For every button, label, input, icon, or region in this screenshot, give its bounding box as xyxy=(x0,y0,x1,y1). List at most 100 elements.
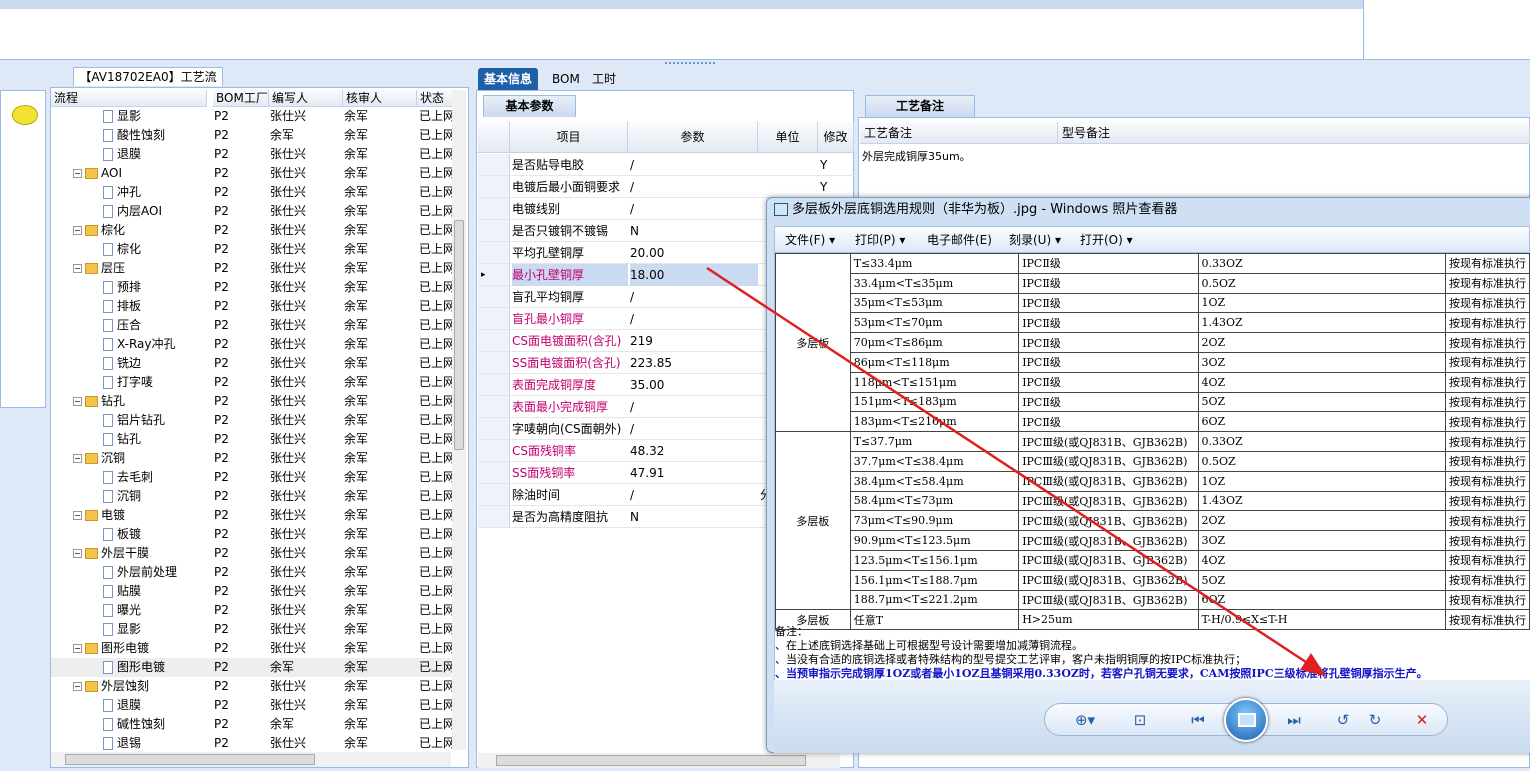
col-header-value[interactable]: 参数 xyxy=(628,122,758,153)
tab-process-notes[interactable]: 工艺备注 xyxy=(865,95,975,117)
tab-work-hours[interactable]: 工时 xyxy=(586,68,622,90)
tree-row[interactable]: − 电镀 P2 张仕兴 余军 已上网 xyxy=(51,506,452,525)
tree-node[interactable]: − 沉铜 xyxy=(73,449,125,468)
tree-node[interactable]: − AOI xyxy=(73,164,122,183)
param-value-input[interactable]: / xyxy=(630,418,758,440)
param-value-input[interactable]: / xyxy=(630,286,758,308)
param-value-input[interactable]: / xyxy=(630,176,758,198)
rotate-right-icon[interactable]: ↻ xyxy=(1364,710,1386,730)
tree-node[interactable]: 预排 xyxy=(103,278,141,297)
param-value-input[interactable]: N xyxy=(630,506,758,528)
col-header-process-note[interactable]: 工艺备注 xyxy=(860,122,1058,144)
tree-node[interactable]: 碱性蚀刻 xyxy=(103,715,165,734)
tree-row[interactable]: 打字唛 P2 张仕兴 余军 已上网 xyxy=(51,373,452,392)
tree-row[interactable]: X-Ray冲孔 P2 张仕兴 余军 已上网 xyxy=(51,335,452,354)
col-header-model-note[interactable]: 型号备注 xyxy=(1058,122,1530,144)
tree-row[interactable]: − 外层蚀刻 P2 张仕兴 余军 已上网 xyxy=(51,677,452,696)
col-header-author[interactable]: 编写人 xyxy=(269,90,343,107)
param-value-input[interactable]: / xyxy=(630,198,758,220)
tree-row[interactable]: 板镀 P2 张仕兴 余军 已上网 xyxy=(51,525,452,544)
tree-row[interactable]: 退膜 P2 张仕兴 余军 已上网 xyxy=(51,145,452,164)
zoom-icon[interactable]: ⊕▾ xyxy=(1068,710,1102,730)
tree-node[interactable]: 显影 xyxy=(103,107,141,126)
tree-horizontal-scrollbar[interactable] xyxy=(51,752,451,767)
params-horizontal-scrollbar[interactable] xyxy=(478,753,840,768)
param-value-input[interactable]: 18.00 xyxy=(630,264,758,286)
tree-node[interactable]: 外层前处理 xyxy=(103,563,177,582)
menu-burn[interactable]: 刻录(U) ▾ xyxy=(1009,227,1061,254)
chat-bubble-icon[interactable] xyxy=(12,105,38,125)
menu-file-label[interactable]: 文件(F) xyxy=(785,233,825,247)
tree-node[interactable]: − 钻孔 xyxy=(73,392,125,411)
tree-row[interactable]: 图形电镀 P2 余军 余军 已上网 xyxy=(51,658,452,677)
tree-node[interactable]: 压合 xyxy=(103,316,141,335)
param-value-input[interactable]: / xyxy=(630,484,758,506)
tree-node[interactable]: X-Ray冲孔 xyxy=(103,335,175,354)
collapse-icon[interactable]: − xyxy=(73,226,82,235)
tree-node[interactable]: 酸性蚀刻 xyxy=(103,126,165,145)
tree-row[interactable]: − 棕化 P2 张仕兴 余军 已上网 xyxy=(51,221,452,240)
param-row[interactable]: 是否贴导电胶 / Y xyxy=(478,154,854,176)
tree-row[interactable]: 预排 P2 张仕兴 余军 已上网 xyxy=(51,278,452,297)
collapse-icon[interactable]: − xyxy=(73,549,82,558)
row-marker[interactable] xyxy=(478,176,510,197)
delete-icon[interactable]: ✕ xyxy=(1410,710,1434,730)
tree-node[interactable]: 排板 xyxy=(103,297,141,316)
tree-row[interactable]: − 沉铜 P2 张仕兴 余军 已上网 xyxy=(51,449,452,468)
tree-row[interactable]: − 钻孔 P2 张仕兴 余军 已上网 xyxy=(51,392,452,411)
tree-node[interactable]: 打字唛 xyxy=(103,373,153,392)
tree-node[interactable]: − 棕化 xyxy=(73,221,125,240)
tree-row[interactable]: 铝片钻孔 P2 张仕兴 余军 已上网 xyxy=(51,411,452,430)
collapse-icon[interactable]: − xyxy=(73,511,82,520)
param-value-input[interactable]: 47.91 xyxy=(630,462,758,484)
row-marker[interactable] xyxy=(478,242,510,263)
tree-row[interactable]: − 图形电镀 P2 张仕兴 余军 已上网 xyxy=(51,639,452,658)
tree-row[interactable]: 内层AOI P2 张仕兴 余军 已上网 xyxy=(51,202,452,221)
row-marker[interactable] xyxy=(478,484,510,505)
tree-node[interactable]: − 外层蚀刻 xyxy=(73,677,149,696)
tree-row[interactable]: 酸性蚀刻 P2 余军 余军 已上网 xyxy=(51,126,452,145)
tab-process-flow[interactable]: 【AV18702EA0】工艺流程 xyxy=(73,67,223,102)
tab-bom[interactable]: BOM xyxy=(546,68,586,90)
row-marker[interactable] xyxy=(478,308,510,329)
tree-node[interactable]: 钻孔 xyxy=(103,430,141,449)
menu-burn-label[interactable]: 刻录(U) xyxy=(1009,233,1051,247)
row-marker[interactable] xyxy=(478,374,510,395)
collapse-icon[interactable]: − xyxy=(73,264,82,273)
row-marker[interactable] xyxy=(478,440,510,461)
param-value-input[interactable]: / xyxy=(630,396,758,418)
tree-row[interactable]: 外层前处理 P2 张仕兴 余军 已上网 xyxy=(51,563,452,582)
tree-node[interactable]: 铝片钻孔 xyxy=(103,411,165,430)
row-marker[interactable] xyxy=(478,220,510,241)
row-marker[interactable] xyxy=(478,286,510,307)
tree-node[interactable]: 曝光 xyxy=(103,601,141,620)
tree-row[interactable]: 曝光 P2 张仕兴 余军 已上网 xyxy=(51,601,452,620)
tree-node[interactable]: 铣边 xyxy=(103,354,141,373)
param-row[interactable]: 电镀后最小面铜要求 / Y xyxy=(478,176,854,198)
tab-basic-info[interactable]: 基本信息 xyxy=(478,68,539,90)
tree-node[interactable]: 冲孔 xyxy=(103,183,141,202)
menu-open-label[interactable]: 打开(O) xyxy=(1080,233,1123,247)
menu-file[interactable]: 文件(F) ▾ xyxy=(785,227,835,254)
tree-node[interactable]: 棕化 xyxy=(103,240,141,259)
tree-row[interactable]: 碱性蚀刻 P2 余军 余军 已上网 xyxy=(51,715,452,734)
tree-row[interactable]: 铣边 P2 张仕兴 余军 已上网 xyxy=(51,354,452,373)
row-marker[interactable] xyxy=(478,462,510,483)
param-value-input[interactable]: 48.32 xyxy=(630,440,758,462)
process-note-text[interactable]: 外层完成铜厚35um。 xyxy=(862,148,971,164)
row-marker[interactable] xyxy=(478,154,510,175)
tree-row[interactable]: 退锡 P2 张仕兴 余军 已上网 xyxy=(51,734,452,753)
tree-row[interactable]: 退膜 P2 张仕兴 余军 已上网 xyxy=(51,696,452,715)
param-value-input[interactable]: 219 xyxy=(630,330,758,352)
tree-node[interactable]: 板镀 xyxy=(103,525,141,544)
tree-node[interactable]: 显影 xyxy=(103,620,141,639)
menu-print[interactable]: 打印(P) ▾ xyxy=(855,227,905,254)
row-marker[interactable] xyxy=(478,352,510,373)
tree-row[interactable]: 压合 P2 张仕兴 余军 已上网 xyxy=(51,316,452,335)
tree-row[interactable]: 沉铜 P2 张仕兴 余军 已上网 xyxy=(51,487,452,506)
row-marker[interactable] xyxy=(478,396,510,417)
tree-row[interactable]: 排板 P2 张仕兴 余军 已上网 xyxy=(51,297,452,316)
tree-row[interactable]: 棕化 P2 张仕兴 余军 已上网 xyxy=(51,240,452,259)
slideshow-icon[interactable] xyxy=(1224,698,1268,742)
param-value-input[interactable]: 20.00 xyxy=(630,242,758,264)
